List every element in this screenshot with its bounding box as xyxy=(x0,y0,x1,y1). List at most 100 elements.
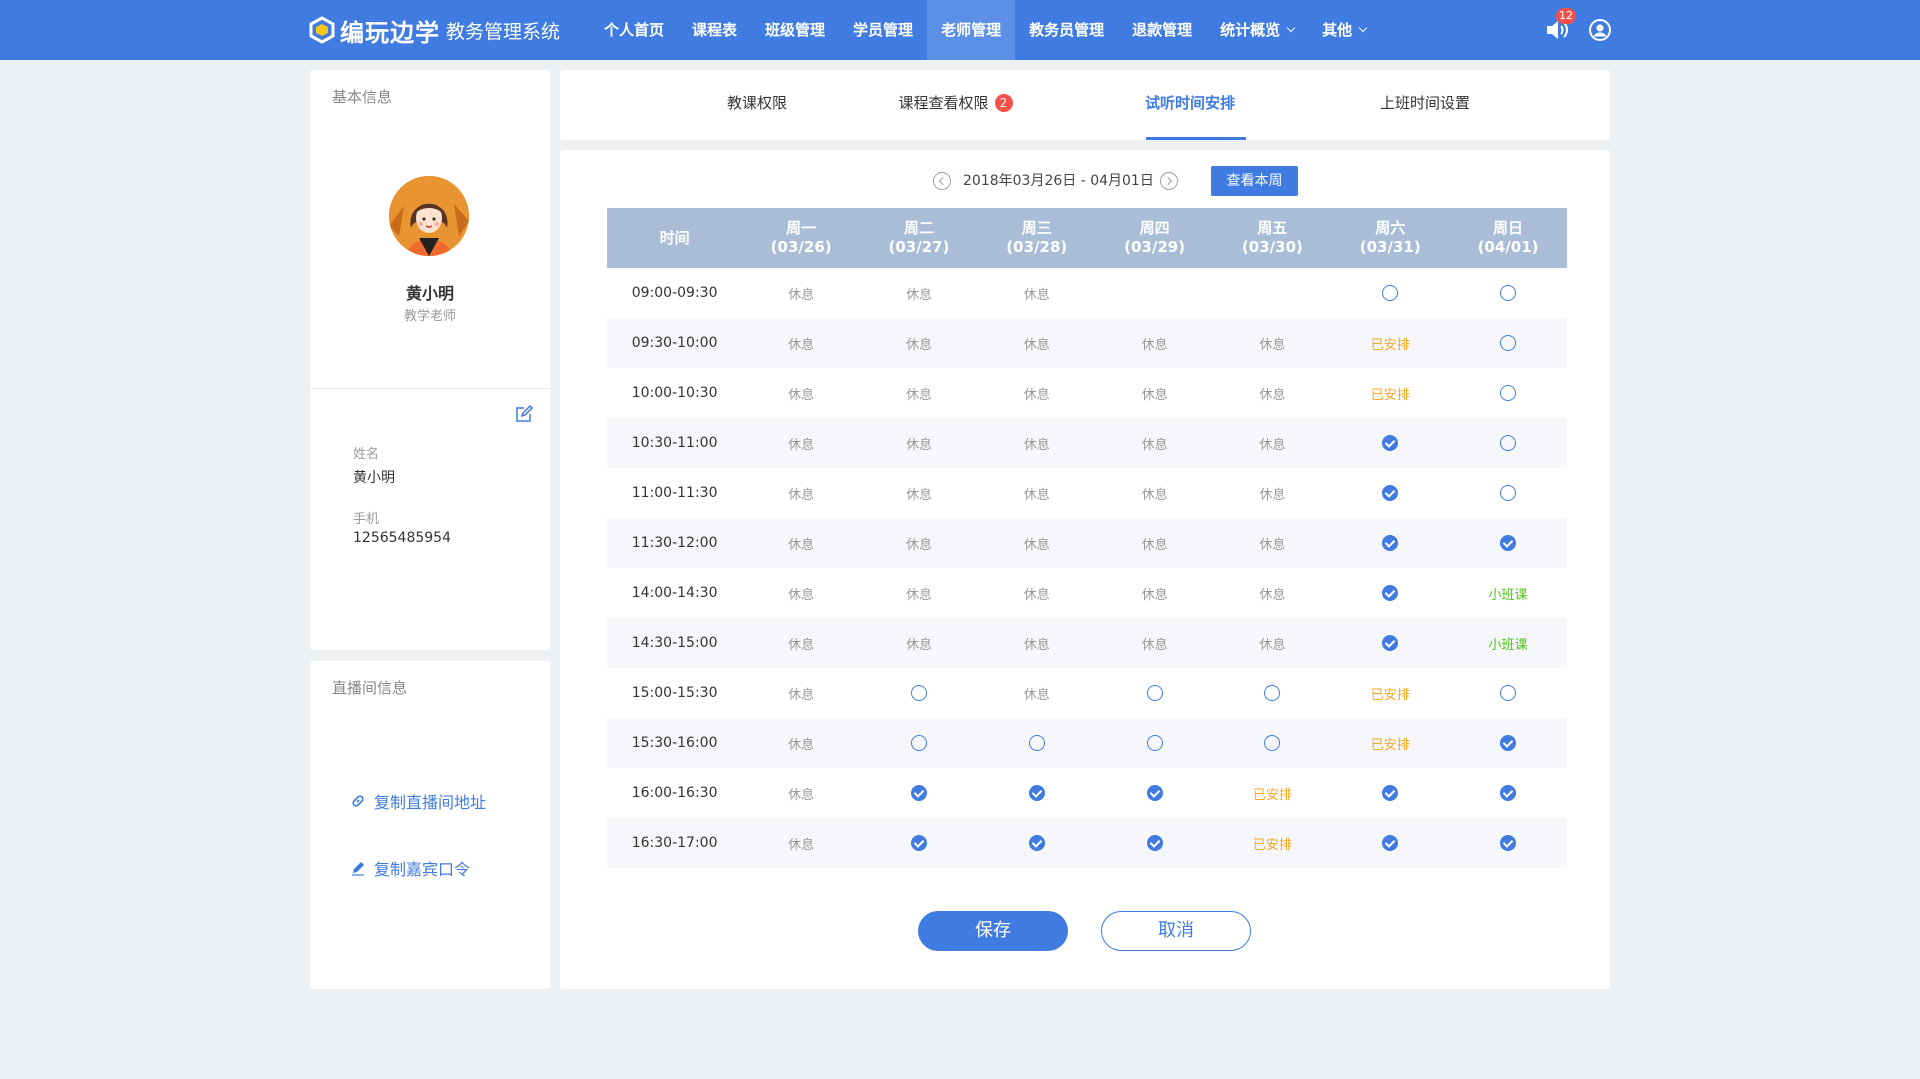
schedule-cell: 休息 xyxy=(742,468,860,518)
rest-label: 休息 xyxy=(788,337,815,353)
empty-circle-icon[interactable] xyxy=(1500,685,1517,701)
rest-label: 休息 xyxy=(905,537,932,553)
edit-icon[interactable] xyxy=(514,404,534,424)
nav-item[interactable]: 个人首页 xyxy=(590,0,678,60)
tab-work-hours[interactable]: 上班时间设置 xyxy=(1375,70,1475,140)
empty-circle-icon[interactable] xyxy=(1500,385,1517,401)
check-circle-icon[interactable] xyxy=(1382,835,1399,851)
empty-circle-icon[interactable] xyxy=(1264,735,1281,751)
basic-info-title: 基本信息 xyxy=(332,88,393,106)
schedule-cell[interactable] xyxy=(977,718,1096,768)
check-circle-icon[interactable] xyxy=(1382,485,1399,501)
nav-item[interactable]: 学员管理 xyxy=(839,0,927,60)
schedule-cell[interactable] xyxy=(1449,768,1567,818)
schedule-cell[interactable] xyxy=(1095,818,1214,868)
schedule-cell[interactable] xyxy=(1449,318,1567,368)
nav-item[interactable]: 班级管理 xyxy=(751,0,839,60)
check-circle-icon[interactable] xyxy=(1500,535,1517,551)
prev-week-icon[interactable] xyxy=(933,172,951,190)
nav-item[interactable]: 老师管理 xyxy=(927,0,1016,60)
time-slot: 09:30-10:00 xyxy=(607,318,743,368)
copy-live-url-link[interactable]: 复制直播间地址 xyxy=(350,789,486,813)
cancel-button[interactable]: 取消 xyxy=(1101,911,1251,951)
empty-circle-icon[interactable] xyxy=(910,685,927,701)
schedule-cell[interactable] xyxy=(1331,418,1450,468)
nav-item[interactable]: 其他 xyxy=(1308,0,1380,60)
check-circle-icon[interactable] xyxy=(1382,435,1399,451)
schedule-cell[interactable] xyxy=(1213,718,1332,768)
schedule-cell[interactable] xyxy=(978,768,1096,818)
schedule-cell[interactable] xyxy=(1331,768,1449,818)
schedule-cell[interactable] xyxy=(1096,768,1214,818)
check-circle-icon[interactable] xyxy=(1382,535,1399,551)
rest-label: 休息 xyxy=(788,787,815,803)
rest-label: 休息 xyxy=(788,487,815,503)
schedule-cell[interactable] xyxy=(860,768,978,818)
schedule-cell[interactable] xyxy=(1213,668,1331,718)
schedule-cell[interactable] xyxy=(1449,718,1567,768)
logo[interactable]: 编玩边学 教务管理系统 xyxy=(308,14,560,47)
schedule-cell[interactable] xyxy=(1449,268,1567,318)
schedule-cell[interactable] xyxy=(1449,468,1567,518)
nav-item[interactable]: 统计概览 xyxy=(1206,0,1308,60)
check-circle-icon[interactable] xyxy=(1382,785,1399,801)
empty-circle-icon[interactable] xyxy=(910,735,927,751)
empty-circle-icon[interactable] xyxy=(1264,685,1281,701)
rest-label: 休息 xyxy=(788,637,815,653)
schedule-cell[interactable] xyxy=(1331,568,1449,618)
empty-circle-icon[interactable] xyxy=(1146,735,1163,751)
next-week-icon[interactable] xyxy=(1160,172,1178,190)
user-icon[interactable] xyxy=(1588,18,1612,42)
check-circle-icon[interactable] xyxy=(1500,785,1517,801)
schedule-cell[interactable] xyxy=(1331,468,1449,518)
schedule-cell[interactable] xyxy=(1096,668,1214,718)
check-circle-icon[interactable] xyxy=(910,835,927,851)
rest-label: 休息 xyxy=(905,387,932,403)
check-circle-icon[interactable] xyxy=(1146,835,1163,851)
schedule-cell[interactable] xyxy=(1449,518,1567,568)
this-week-button[interactable]: 查看本周 xyxy=(1211,166,1298,196)
tab-teaching-permission[interactable]: 教课权限 xyxy=(707,70,807,140)
schedule-cell[interactable] xyxy=(1331,518,1450,568)
schedule-cell[interactable] xyxy=(1095,718,1214,768)
time-header: 时间 xyxy=(607,208,743,268)
schedule-cell[interactable] xyxy=(1449,368,1567,418)
check-circle-icon[interactable] xyxy=(1500,835,1517,851)
rest-label: 休息 xyxy=(905,637,932,653)
check-circle-icon[interactable] xyxy=(1146,785,1163,801)
nav-item[interactable]: 课程表 xyxy=(678,0,751,60)
schedule-cell[interactable] xyxy=(1331,268,1449,318)
empty-circle-icon[interactable] xyxy=(1500,285,1517,301)
schedule-cell[interactable] xyxy=(1331,818,1450,868)
empty-circle-icon[interactable] xyxy=(1500,335,1517,351)
nav-item[interactable]: 退款管理 xyxy=(1118,0,1206,60)
empty-circle-icon[interactable] xyxy=(1146,685,1163,701)
rest-label: 休息 xyxy=(1259,337,1286,353)
check-circle-icon[interactable] xyxy=(1382,635,1399,651)
tab-trial-schedule[interactable]: 试听时间安排 xyxy=(1140,70,1246,140)
schedule-cell[interactable] xyxy=(977,818,1096,868)
empty-circle-icon[interactable] xyxy=(1382,285,1399,301)
schedule-cell[interactable] xyxy=(860,668,978,718)
schedule-cell[interactable] xyxy=(1449,818,1567,868)
empty-circle-icon[interactable] xyxy=(1500,485,1517,501)
copy-guest-code-link[interactable]: 复制嘉宾口令 xyxy=(350,856,470,880)
empty-circle-icon[interactable] xyxy=(1500,435,1517,451)
day-date: (03/30) xyxy=(1241,238,1303,256)
check-circle-icon[interactable] xyxy=(910,785,927,801)
schedule-cell[interactable] xyxy=(860,818,978,868)
nav-item[interactable]: 教务员管理 xyxy=(1015,0,1118,60)
schedule-cell[interactable] xyxy=(1449,668,1567,718)
check-circle-icon[interactable] xyxy=(1028,835,1045,851)
schedule-cell[interactable] xyxy=(860,718,978,768)
tab-course-view-permission[interactable]: 课程查看权限 2 xyxy=(893,70,1018,140)
schedule-cell: 已安排 xyxy=(1331,318,1450,368)
small-class-label: 小班课 xyxy=(1488,637,1528,653)
schedule-cell[interactable] xyxy=(1449,418,1567,468)
empty-circle-icon[interactable] xyxy=(1028,735,1045,751)
check-circle-icon[interactable] xyxy=(1500,735,1517,751)
check-circle-icon[interactable] xyxy=(1028,785,1045,801)
save-button[interactable]: 保存 xyxy=(918,911,1068,951)
schedule-cell[interactable] xyxy=(1331,618,1450,668)
check-circle-icon[interactable] xyxy=(1382,585,1399,601)
